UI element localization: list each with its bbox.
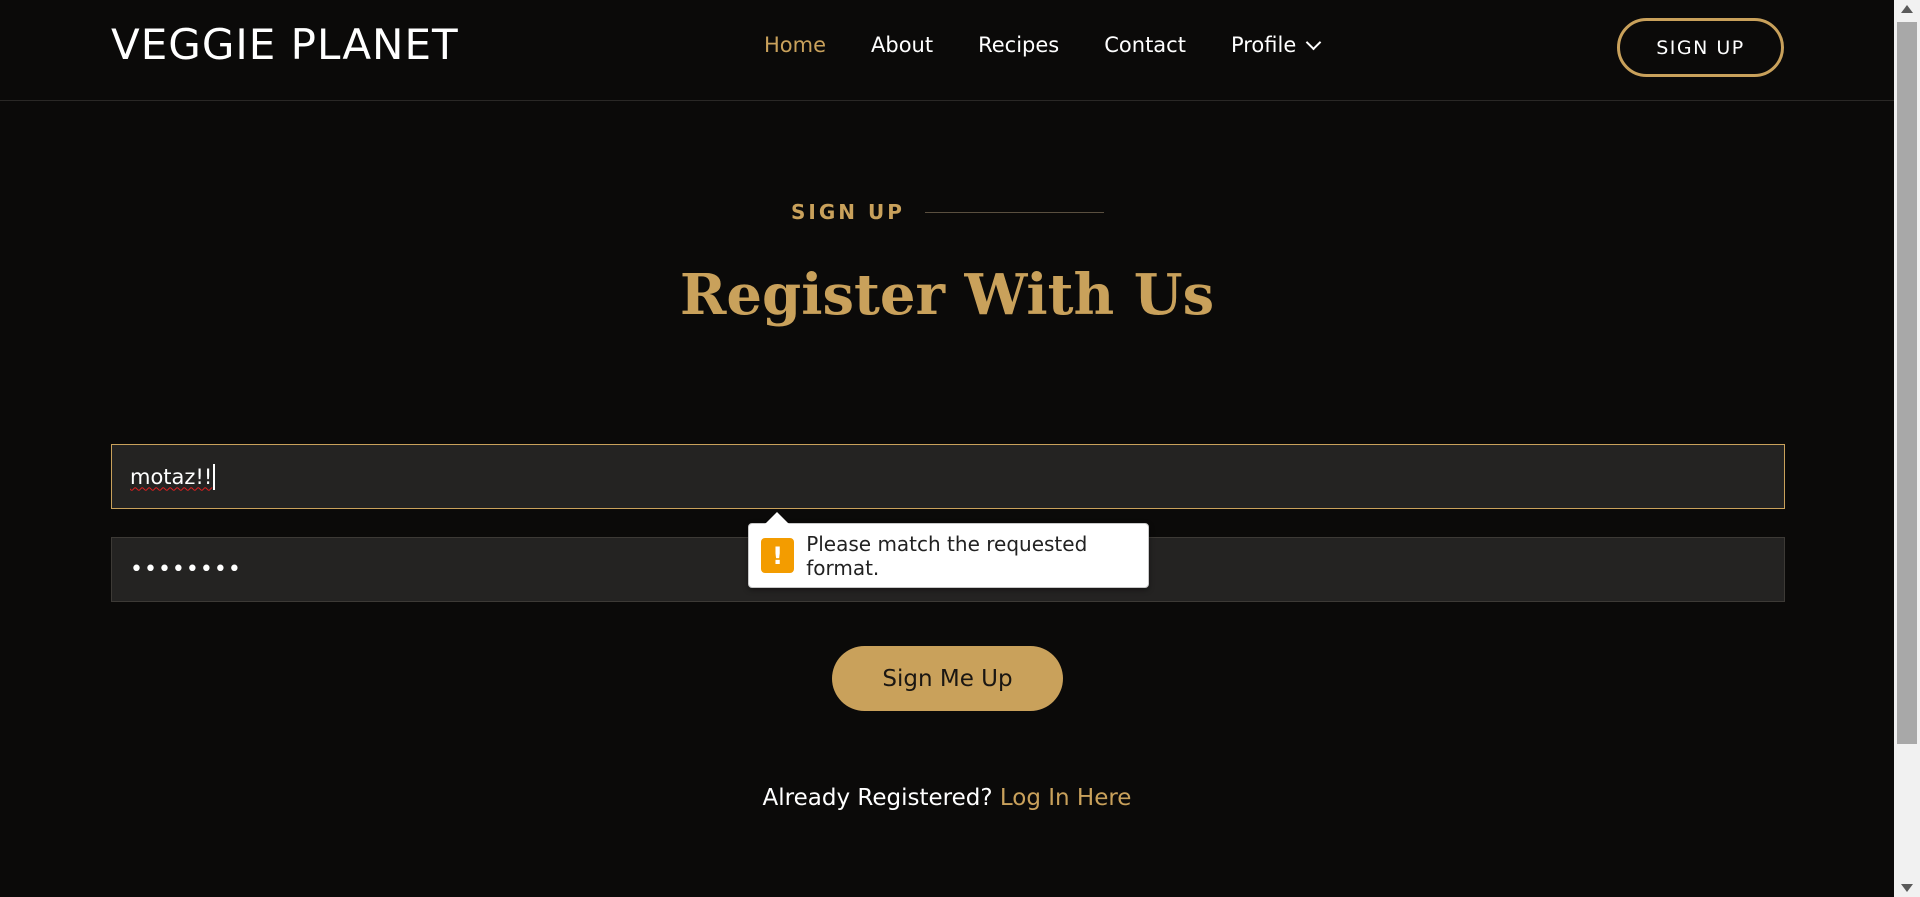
eyebrow-label: SIGN UP	[791, 200, 905, 224]
scroll-up-arrow-icon[interactable]	[1901, 5, 1913, 13]
text-caret	[213, 463, 216, 490]
section-eyebrow: SIGN UP	[791, 200, 1104, 224]
site-header: VEGGIE PLANET Home About Recipes Contact…	[0, 0, 1894, 101]
nav-contact[interactable]: Contact	[1104, 33, 1186, 57]
site-logo[interactable]: VEGGIE PLANET	[111, 20, 459, 69]
vertical-scrollbar[interactable]	[1894, 0, 1920, 897]
eyebrow-divider	[924, 211, 1104, 213]
validation-tooltip: ! Please match the requested format.	[748, 512, 1149, 588]
scroll-thumb[interactable]	[1897, 22, 1917, 744]
nav-profile-label: Profile	[1230, 33, 1297, 57]
validation-message: Please match the requested format.	[806, 531, 1088, 580]
login-prompt: Already Registered? Log In Here	[0, 785, 1894, 811]
main-nav: Home About Recipes Contact Profile	[764, 33, 1322, 57]
nav-recipes[interactable]: Recipes	[978, 33, 1059, 57]
page: VEGGIE PLANET Home About Recipes Contact…	[0, 0, 1894, 897]
warning-icon: !	[761, 538, 795, 573]
nav-profile-dropdown[interactable]: Profile	[1230, 33, 1322, 57]
password-value: ••••••••	[130, 557, 242, 582]
username-input[interactable]: motaz!!	[111, 444, 1785, 509]
scroll-down-arrow-icon[interactable]	[1901, 884, 1913, 892]
already-registered-text: Already Registered?	[762, 785, 993, 811]
sign-me-up-button[interactable]: Sign Me Up	[832, 646, 1063, 711]
page-title: Register With Us	[679, 262, 1215, 328]
nav-home[interactable]: Home	[764, 33, 826, 57]
nav-about[interactable]: About	[871, 33, 933, 57]
login-link[interactable]: Log In Here	[1000, 785, 1132, 811]
chevron-down-icon	[1305, 34, 1322, 50]
username-value: motaz!!	[130, 464, 213, 489]
header-signup-button[interactable]: SIGN UP	[1617, 18, 1784, 77]
